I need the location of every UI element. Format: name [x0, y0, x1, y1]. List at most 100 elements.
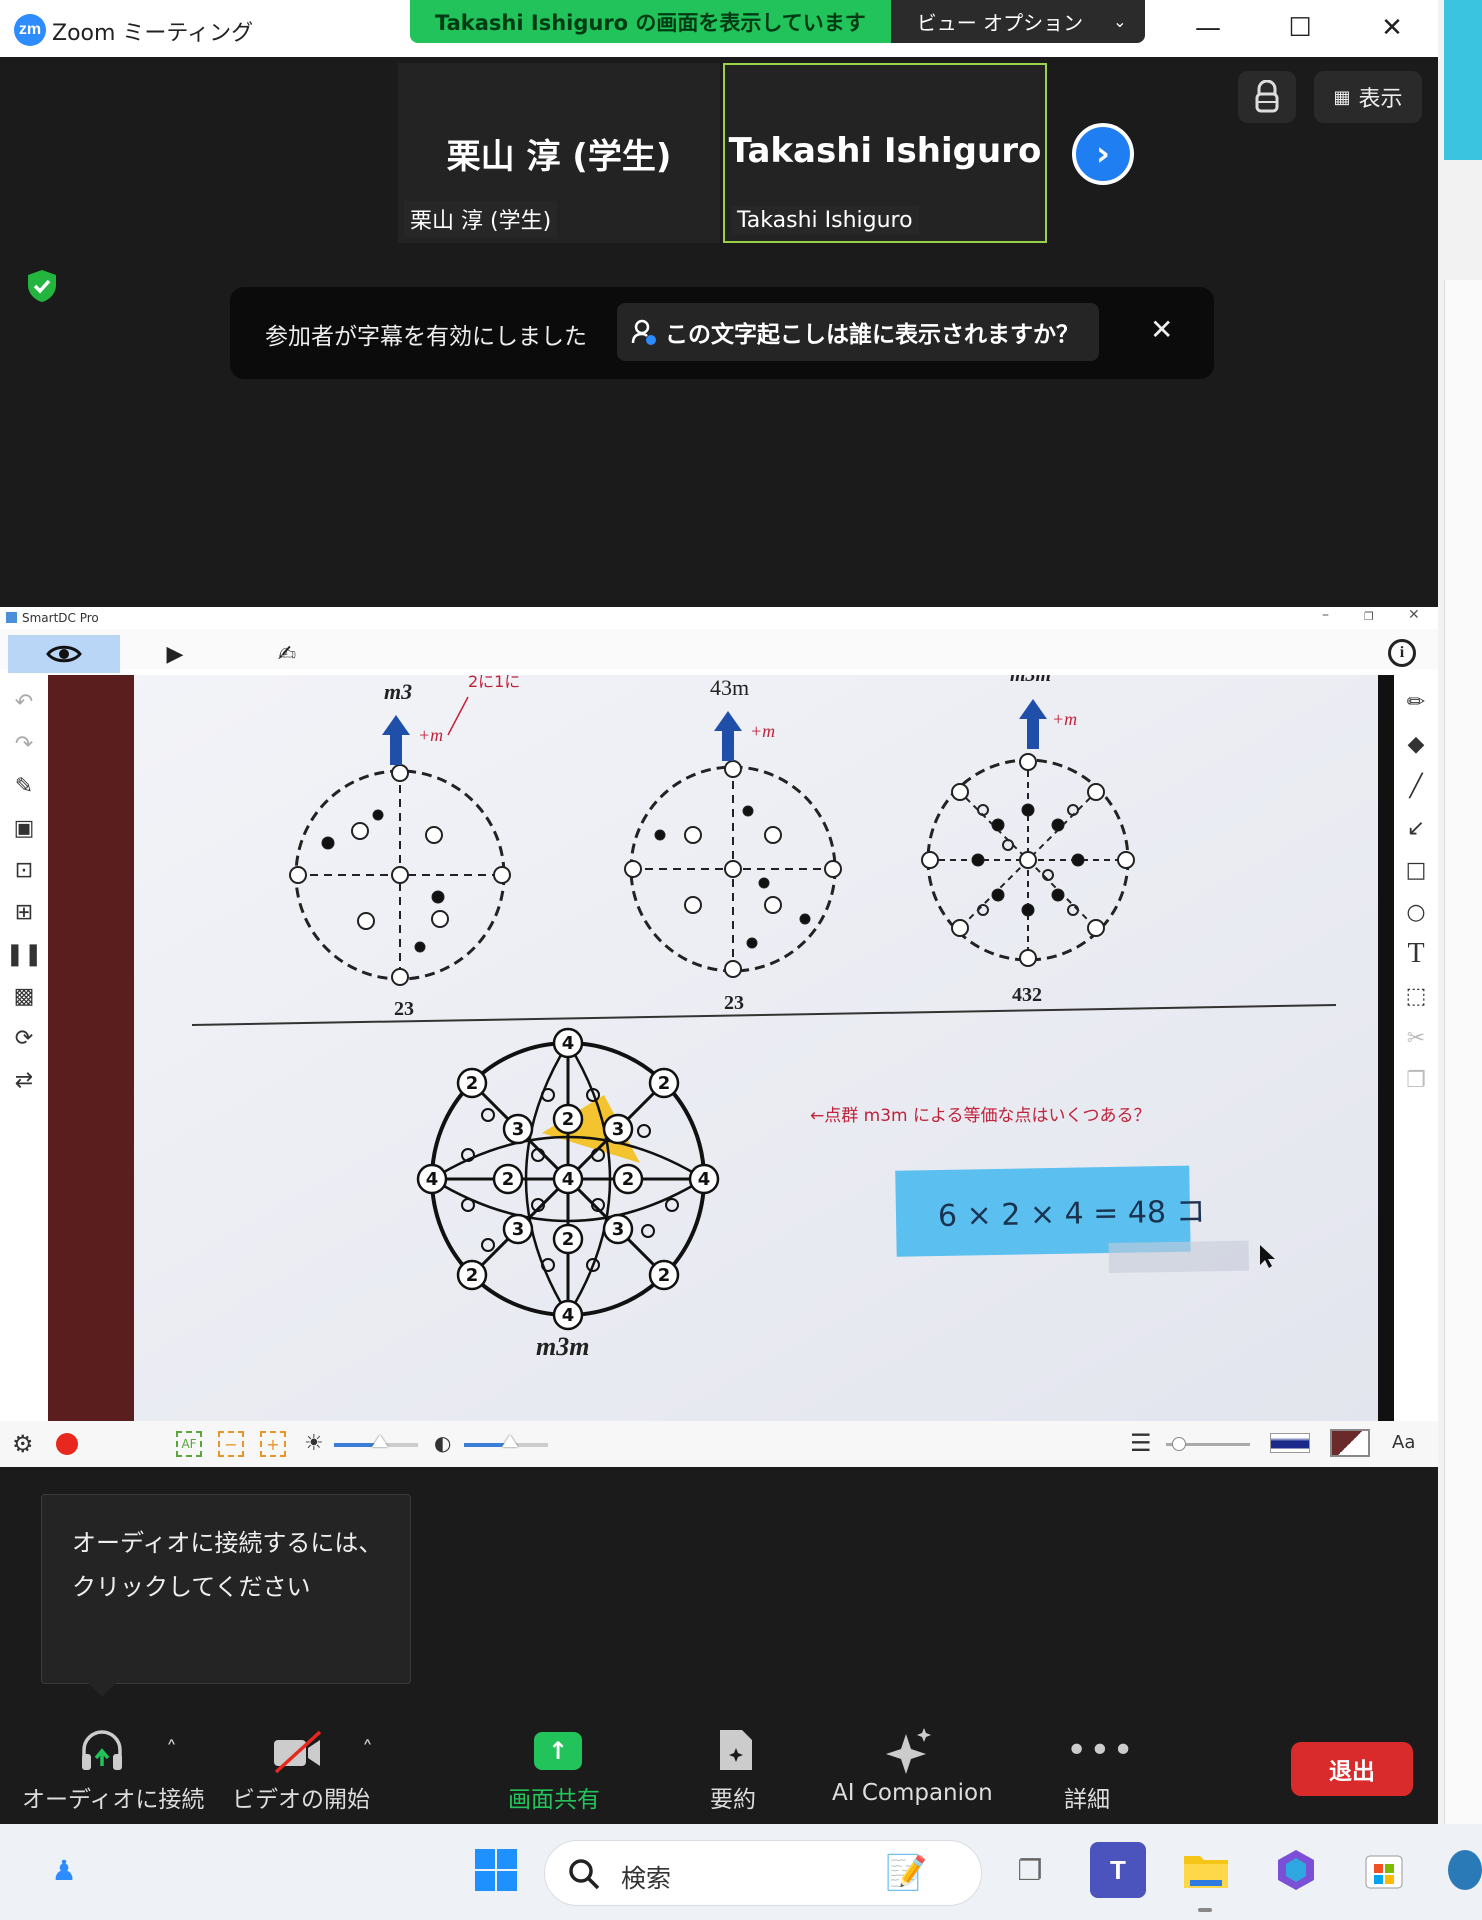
brightness-icon: ☀ — [304, 1431, 324, 1456]
brightness-slider[interactable] — [334, 1435, 418, 1447]
eraser-icon[interactable]: ◆ — [1398, 723, 1434, 765]
flip-icon[interactable]: ⇄ — [6, 1059, 42, 1101]
smartdc-minimize-button[interactable]: – — [1322, 607, 1329, 623]
eye-icon[interactable] — [8, 635, 120, 673]
file-explorer-icon[interactable] — [1178, 1842, 1234, 1898]
pause-icon[interactable]: ❚❚ — [6, 933, 43, 975]
audio-connect-label[interactable]: オーディオに接続 — [22, 1780, 204, 1814]
next-participants-button[interactable]: › — [1072, 123, 1134, 185]
teams-icon[interactable]: T — [1090, 1842, 1146, 1898]
close-button[interactable]: ✕ — [1370, 8, 1414, 48]
copilot-icon[interactable] — [1268, 1842, 1324, 1898]
summary-document-icon[interactable] — [716, 1726, 756, 1774]
rotate-icon[interactable]: ⟳ — [6, 1017, 42, 1059]
text-icon[interactable]: T — [1398, 933, 1434, 975]
meeting-area: 栗山 淳 (学生) 栗山 淳 (学生) Takashi Ishiguro Tak… — [0, 57, 1438, 607]
annotate-icon[interactable]: ✍ — [262, 635, 312, 673]
grid-icon: ▦ — [1333, 86, 1351, 108]
share-banner: Takashi Ishiguro の画面を表示しています ビュー オプション ⌄ — [410, 0, 1145, 43]
autofocus-icon[interactable]: AF — [176, 1431, 202, 1457]
caption-visibility-button[interactable]: この文字起こしは誰に表示されますか？ — [617, 303, 1099, 361]
audio-options-chevron-icon[interactable]: ˄ — [166, 1738, 177, 1763]
record-icon[interactable] — [56, 1433, 78, 1455]
zoom-out-icon[interactable]: − — [218, 1431, 244, 1457]
arrow-icon[interactable]: ↙ — [1398, 807, 1434, 849]
copy-icon[interactable]: ❐ — [1398, 1059, 1434, 1101]
participant-tile-active[interactable]: Takashi Ishiguro Takashi Ishiguro — [723, 63, 1047, 243]
svg-text:4: 4 — [562, 1169, 575, 1190]
more-label[interactable]: 詳細 — [1064, 1780, 1110, 1814]
settings-gear-icon[interactable]: ⚙ — [12, 1430, 34, 1458]
desk-edge — [48, 675, 134, 1421]
search-highlight-icon: 📝 — [885, 1853, 928, 1893]
camera-icon[interactable]: ▣ — [6, 807, 42, 849]
minimize-button[interactable]: — — [1186, 8, 1230, 48]
contrast-icon: ◐ — [434, 1431, 452, 1455]
tray-app-icon[interactable] — [1448, 1842, 1482, 1898]
smartdc-close-button[interactable]: ✕ — [1408, 607, 1420, 623]
font-size-button[interactable]: Aa — [1392, 1432, 1415, 1453]
zoom-logo-icon: zm — [14, 14, 46, 46]
video-off-icon[interactable] — [272, 1730, 324, 1774]
pen-color-swatch[interactable] — [1270, 1433, 1310, 1453]
more-dots-icon[interactable]: ••• — [1066, 1730, 1136, 1771]
store-icon[interactable] — [1356, 1842, 1412, 1898]
share-screen-arrow-icon[interactable]: ↑ — [534, 1732, 582, 1770]
ai-companion-label[interactable]: AI Companion — [832, 1780, 993, 1806]
rectangle-icon[interactable]: □ — [1398, 849, 1434, 891]
task-view-icon[interactable]: ❐ — [1002, 1842, 1058, 1898]
caption-notification: 参加者が字幕を有効にしました この文字起こしは誰に表示されますか？ ✕ — [230, 287, 1214, 379]
participant-display-name: 栗山 淳 (学生) — [446, 137, 672, 177]
smartdc-restore-button[interactable]: ❐ — [1364, 610, 1374, 623]
video-options-chevron-icon[interactable]: ˄ — [362, 1738, 373, 1763]
zoom-in-icon[interactable]: + — [260, 1431, 286, 1457]
fill-color-swatch[interactable] — [1330, 1429, 1370, 1457]
search-icon — [569, 1859, 600, 1890]
qr-icon[interactable]: ▩ — [6, 975, 42, 1017]
line-weight-icon[interactable]: ☰ — [1130, 1429, 1152, 1457]
line-icon[interactable]: ╱ — [1398, 765, 1434, 807]
play-icon[interactable]: ▶ — [150, 635, 200, 673]
circle-icon[interactable]: ○ — [1398, 891, 1434, 933]
maximize-button[interactable]: ☐ — [1278, 8, 1322, 48]
info-icon[interactable]: i — [1388, 639, 1416, 667]
window-title: Zoom ミーティング — [52, 21, 254, 46]
svg-text:3: 3 — [612, 1219, 625, 1240]
svg-text:3: 3 — [512, 1219, 525, 1240]
encryption-shield-icon[interactable] — [26, 269, 58, 303]
leave-button[interactable]: 退出 — [1291, 1742, 1413, 1796]
svg-text:3: 3 — [512, 1119, 525, 1140]
screen: zm Zoom ミーティング Takashi Ishiguro の画面を表示して… — [0, 0, 1482, 1920]
line-weight-slider[interactable] — [1166, 1437, 1250, 1451]
image-export-icon[interactable]: ⊡ — [6, 849, 42, 891]
summary-label[interactable]: 要約 — [710, 1780, 756, 1814]
start-windows-icon[interactable] — [468, 1842, 524, 1898]
edit-icon[interactable]: ✎ — [6, 765, 42, 807]
participant-tile[interactable]: 栗山 淳 (学生) 栗山 淳 (学生) — [398, 63, 720, 243]
share-banner-text: Takashi Ishiguro の画面を表示しています — [410, 0, 891, 43]
svg-text:4: 4 — [562, 1305, 575, 1326]
view-options-button[interactable]: ビュー オプション ⌄ — [890, 0, 1145, 43]
select-icon[interactable]: ⬚ — [1398, 975, 1434, 1017]
undo-icon[interactable]: ↶ — [6, 681, 42, 723]
cut-icon[interactable]: ✂ — [1398, 1017, 1434, 1059]
smartdc-bottom-toolbar: ⚙ AF − + ☀ ◐ ☰ Aa — [0, 1421, 1438, 1467]
contrast-slider[interactable] — [464, 1435, 548, 1447]
close-icon[interactable]: ✕ — [1150, 313, 1173, 346]
redo-icon[interactable]: ↷ — [6, 723, 42, 765]
svg-text:2: 2 — [466, 1265, 479, 1286]
ai-sparkle-icon[interactable] — [884, 1726, 934, 1776]
lock-icon[interactable] — [1238, 71, 1296, 123]
video-start-label[interactable]: ビデオの開始 — [232, 1780, 370, 1814]
svg-text:4: 4 — [698, 1169, 711, 1190]
view-button-label: 表示 — [1358, 87, 1403, 112]
image-import-icon[interactable]: ⊞ — [6, 891, 42, 933]
share-screen-label[interactable]: 画面共有 — [508, 1780, 600, 1814]
taskbar-search-box[interactable]: 検索 📝 — [544, 1840, 982, 1906]
handwritten-note: 2に1に — [468, 675, 520, 691]
headphones-icon[interactable] — [80, 1730, 124, 1772]
widgets-chess-icon[interactable]: ♟ — [36, 1842, 92, 1898]
view-button[interactable]: ▦ 表示 — [1314, 71, 1422, 123]
audio-tooltip-text: オーディオに接続するには、クリックしてください — [72, 1529, 383, 1601]
pen-icon[interactable]: ✏ — [1398, 681, 1434, 723]
